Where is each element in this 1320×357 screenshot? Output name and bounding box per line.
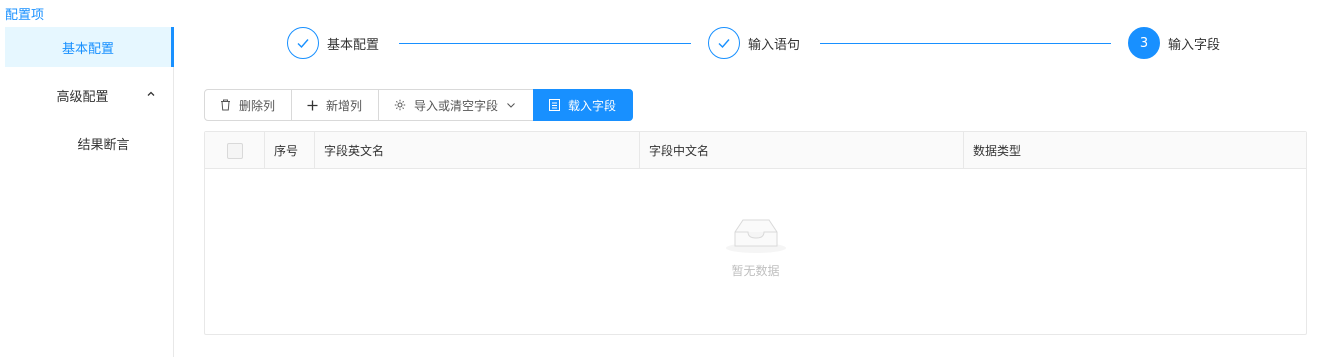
plus-icon — [307, 100, 318, 111]
check-icon — [297, 39, 309, 49]
import-or-clear-fields-label: 导入或清空字段 — [414, 98, 499, 113]
step-2: 输入语句 — [708, 27, 800, 59]
load-fields-button[interactable]: 载入字段 — [533, 89, 633, 121]
select-all-checkbox[interactable] — [226, 142, 243, 159]
select-all-cell — [205, 132, 265, 169]
add-column-button[interactable]: 新增列 — [291, 89, 379, 121]
sidebar-item-result-assertion[interactable]: 结果断言 — [33, 123, 174, 163]
fields-table: 序号 字段英文名 字段中文名 数据类型 暂无数据 — [204, 131, 1307, 335]
step-connector — [820, 43, 1111, 44]
step-1: 基本配置 — [287, 27, 379, 59]
add-column-label: 新增列 — [326, 98, 363, 113]
table-header: 序号 字段英文名 字段中文名 数据类型 — [205, 132, 1306, 169]
empty-state: 暂无数据 — [205, 212, 1306, 279]
trash-icon — [220, 99, 231, 111]
step-connector — [399, 43, 691, 44]
delete-column-label: 删除列 — [239, 98, 276, 113]
column-header-data-type: 数据类型 — [973, 144, 1022, 158]
panel-title: 配置项 — [5, 8, 45, 23]
sidebar-item-label: 结果断言 — [77, 137, 130, 153]
chevron-down-icon — [506, 100, 516, 110]
step-3: 3 输入字段 — [1128, 27, 1220, 59]
step-2-circle — [708, 27, 740, 59]
empty-text: 暂无数据 — [731, 264, 780, 278]
list-icon — [549, 99, 560, 111]
step-3-title: 输入字段 — [1168, 37, 1221, 53]
sidebar-item-label: 基本配置 — [61, 41, 114, 57]
check-icon — [718, 39, 730, 49]
column-header-chinese-name: 字段中文名 — [640, 132, 964, 169]
empty-inbox-icon — [724, 212, 788, 258]
step-3-circle: 3 — [1128, 27, 1160, 59]
step-1-title: 基本配置 — [327, 37, 380, 53]
steps: 基本配置 输入语句 3 输入字段 — [287, 27, 1287, 61]
load-fields-label: 载入字段 — [568, 98, 617, 113]
import-or-clear-fields-dropdown[interactable]: 导入或清空字段 — [378, 89, 534, 121]
column-header-index: 序号 — [265, 132, 315, 169]
step-1-circle — [287, 27, 319, 59]
step-2-title: 输入语句 — [748, 37, 801, 53]
chevron-up-icon — [147, 91, 155, 96]
sidebar-item-label: 高级配置 — [56, 89, 109, 105]
column-header-english-name: 字段英文名 — [315, 132, 640, 169]
toolbar: 删除列 新增列 导入或清空字段 载入字段 — [204, 89, 633, 121]
sidebar: 基本配置 高级配置 结果断言 — [0, 27, 174, 357]
delete-column-button[interactable]: 删除列 — [204, 89, 292, 121]
gear-icon — [394, 99, 406, 111]
sidebar-item-advanced-config[interactable]: 高级配置 — [5, 75, 174, 115]
sidebar-item-basic-config[interactable]: 基本配置 — [5, 27, 174, 67]
